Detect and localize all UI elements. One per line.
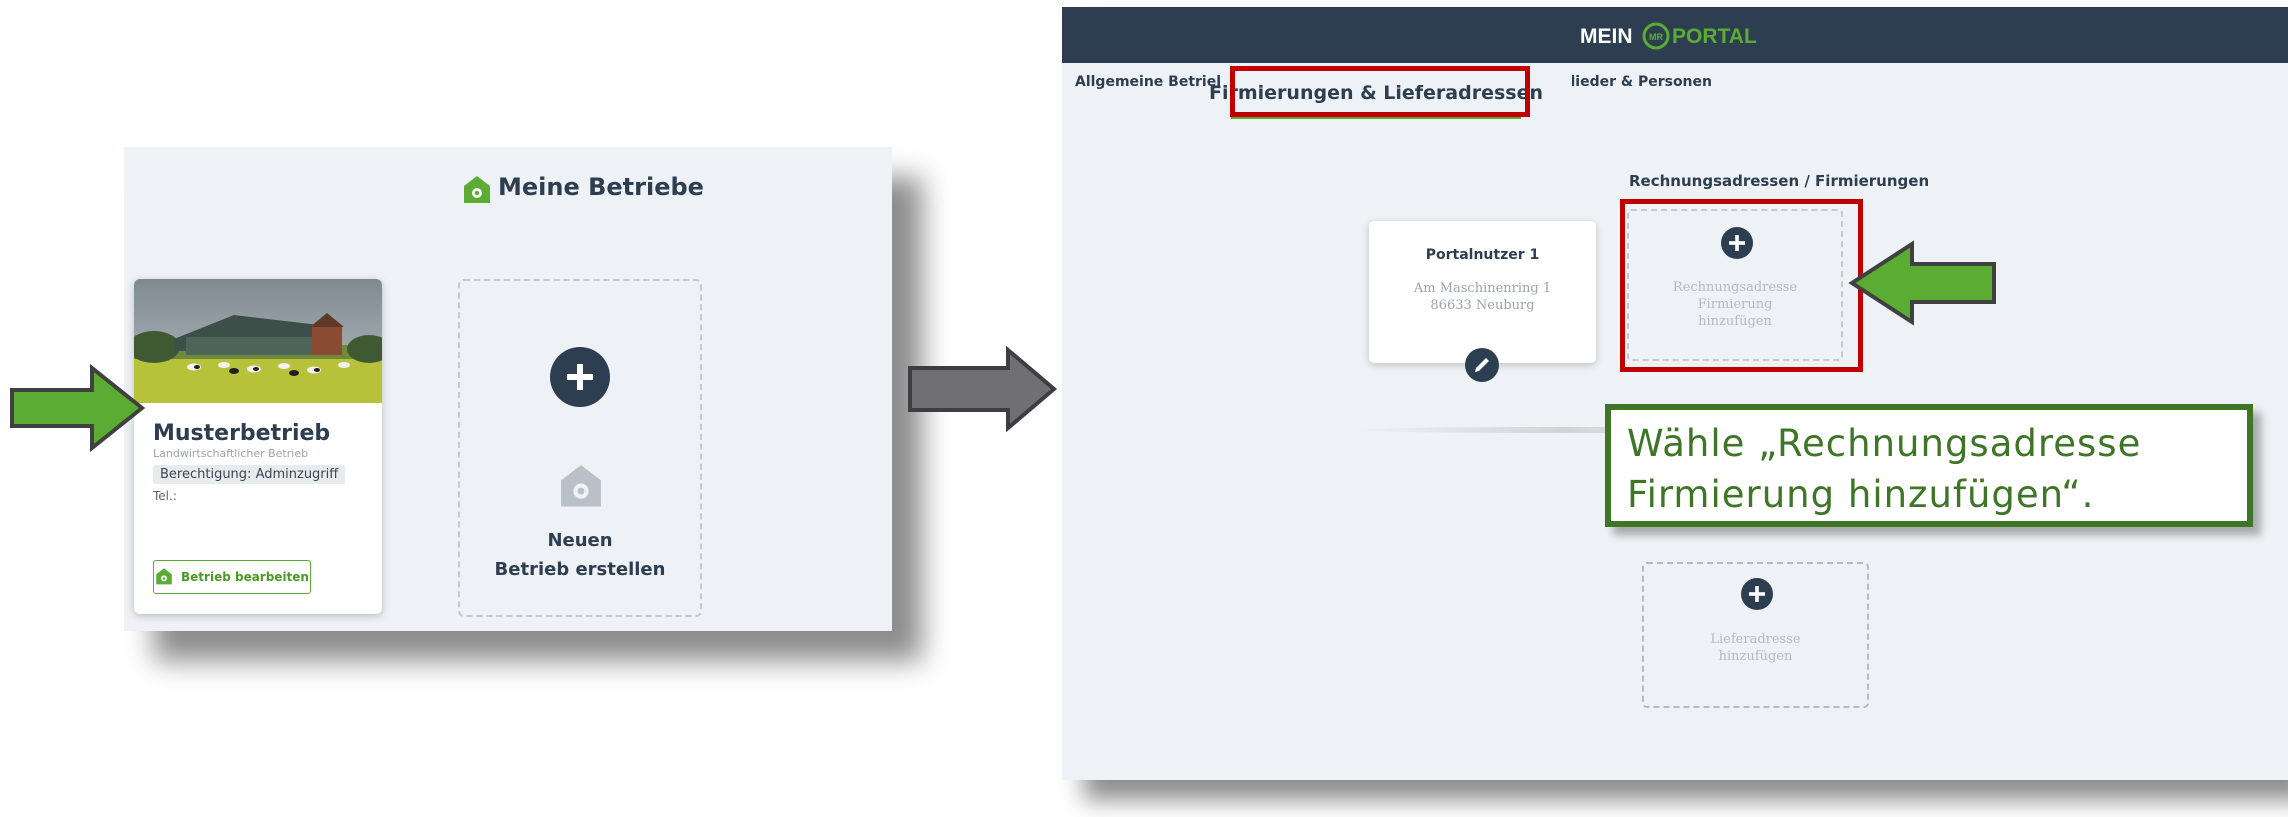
logo-text-left: MEIN — [1580, 25, 1633, 48]
house-gear-icon — [558, 461, 604, 509]
add-delivery-address-card[interactable]: Lieferadresse hinzufügen — [1642, 562, 1869, 708]
farm-card[interactable]: Musterbetrieb Landwirtschaftlicher Betri… — [134, 279, 382, 614]
section-heading: Rechnungsadressen / Firmierungen — [1629, 172, 1930, 190]
house-gear-icon — [462, 174, 492, 204]
tab-highlight-frame — [1230, 66, 1530, 117]
tab-general-data[interactable]: Allgemeine Betriebsdaten — [1075, 74, 1220, 90]
portal-header: MEIN MR PORTAL — [1062, 7, 2288, 63]
green-arrow-left-icon — [1848, 240, 1996, 326]
permission-badge: Berechtigung: Adminzugriff — [153, 465, 346, 484]
address-street: Am Maschinenring 1 — [1413, 281, 1552, 296]
plus-icon — [550, 347, 610, 407]
instruction-callout: Wähle „Rechnungsadresse Firmierung hinzu… — [1605, 404, 2253, 527]
invoice-highlight-frame — [1620, 199, 1863, 372]
house-gear-icon — [155, 567, 173, 588]
new-farm-label-line2: Betrieb erstellen — [494, 559, 666, 580]
logo-text-right: PORTAL — [1672, 25, 1757, 48]
farm-type: Landwirtschaftlicher Betrieb — [153, 447, 309, 460]
gray-arrow-right-icon — [908, 346, 1058, 432]
address-name: Portalnutzer 1 — [1425, 247, 1540, 263]
farm-photo — [134, 279, 382, 403]
new-farm-card[interactable]: Neuen Betrieb erstellen — [458, 279, 702, 617]
new-farm-label-line1: Neuen — [547, 530, 613, 551]
add-delivery-label-line2: hinzufügen — [1718, 649, 1793, 664]
mein-mr-portal-logo: MEIN MR PORTAL — [1518, 21, 1838, 51]
logo-text-center: MR — [1649, 32, 1663, 42]
new-farm-label: Neuen Betrieb erstellen — [460, 526, 700, 584]
tab-members-persons-label: Mitglieder & Personen — [1572, 74, 1712, 90]
edit-farm-button[interactable]: Betrieb bearbeiten — [153, 560, 311, 594]
tab-members-persons[interactable]: Mitglieder & Personen — [1572, 74, 1712, 90]
farm-name: Musterbetrieb — [153, 421, 331, 446]
add-delivery-address-label: Lieferadresse hinzufügen — [1644, 631, 1867, 665]
edit-address-button[interactable] — [1464, 347, 1500, 383]
green-arrow-right-icon — [10, 364, 146, 452]
farm-phone: Tel.: — [153, 489, 177, 503]
pencil-icon — [1465, 348, 1499, 382]
page-title: Meine Betriebe — [498, 173, 704, 201]
invoice-address-card[interactable]: Portalnutzer 1 Am Maschinenring 1 86633 … — [1369, 221, 1596, 382]
edit-farm-button-label: Betrieb bearbeiten — [181, 570, 309, 584]
my-farms-panel: Meine Betriebe Musterbetrieb Landwirtsch… — [124, 147, 892, 631]
add-delivery-label-line1: Lieferadresse — [1710, 632, 1801, 647]
plus-icon — [1741, 578, 1773, 610]
portal-window: MEIN MR PORTAL Allgemeine Betriebsdaten … — [1062, 7, 2288, 780]
address-city: 86633 Neuburg — [1430, 298, 1535, 313]
instruction-text: Wähle „Rechnungsadresse Firmierung hinzu… — [1627, 422, 2142, 516]
